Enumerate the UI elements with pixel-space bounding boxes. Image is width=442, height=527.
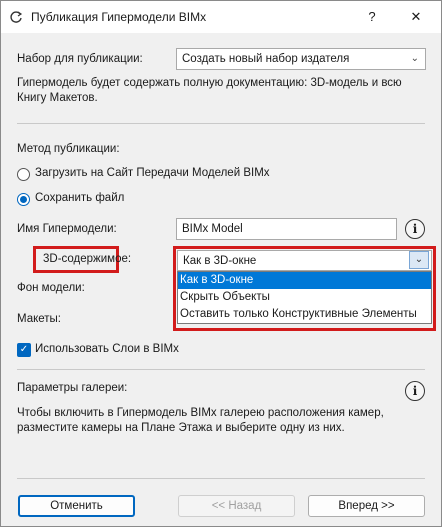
divider bbox=[17, 369, 425, 370]
save-file-radio[interactable] bbox=[17, 193, 30, 206]
info-icon[interactable]: i bbox=[405, 219, 425, 239]
back-button[interactable]: << Назад bbox=[178, 495, 295, 517]
cancel-button[interactable]: Отменить bbox=[18, 495, 135, 517]
refresh-icon bbox=[10, 11, 23, 23]
upload-option-label[interactable]: Загрузить на Сайт Передачи Моделей BIMx bbox=[35, 167, 270, 179]
use-layers-checkbox[interactable]: ✓ bbox=[17, 343, 31, 357]
publish-dialog: Публикация Гипермодели BIMx ? ✕ Набор дл… bbox=[0, 0, 442, 527]
background-label: Фон модели: bbox=[17, 282, 85, 294]
gallery-description-2: разместите камеры на Плане Этажа и выбер… bbox=[17, 422, 345, 434]
model-name-label: Имя Гипермодели: bbox=[17, 223, 117, 235]
method-label: Метод публикации: bbox=[17, 143, 120, 155]
gallery-label: Параметры галереи: bbox=[17, 382, 128, 394]
use-layers-label[interactable]: Использовать Слои в BIMx bbox=[35, 343, 179, 355]
publish-set-label: Набор для публикации: bbox=[17, 53, 143, 65]
chevron-down-icon: ⌄ bbox=[410, 53, 419, 64]
window-title: Публикация Гипермодели BIMx bbox=[31, 10, 207, 24]
model-name-value: BIMx Model bbox=[182, 223, 243, 235]
publish-set-description-1: Гипермодель будет содержать полную докум… bbox=[17, 77, 402, 89]
layouts-label: Макеты: bbox=[17, 313, 62, 325]
publish-set-description-2: Книгу Макетов. bbox=[17, 92, 98, 104]
content-3d-label: 3D-содержимое: bbox=[43, 253, 132, 265]
divider bbox=[17, 478, 425, 479]
title-bar: Публикация Гипермодели BIMx ? ✕ bbox=[1, 1, 441, 33]
divider bbox=[17, 123, 425, 124]
next-button[interactable]: Вперед >> bbox=[308, 495, 425, 517]
content-select-highlight bbox=[173, 246, 436, 331]
save-file-option-label[interactable]: Сохранить файл bbox=[35, 192, 124, 204]
close-button[interactable]: ✕ bbox=[401, 5, 431, 29]
upload-radio[interactable] bbox=[17, 168, 30, 181]
help-button[interactable]: ? bbox=[357, 5, 387, 29]
model-name-input[interactable]: BIMx Model bbox=[176, 218, 397, 240]
publish-set-value: Создать новый набор издателя bbox=[182, 53, 350, 65]
publish-set-select[interactable]: Создать новый набор издателя ⌄ bbox=[176, 48, 426, 70]
info-icon[interactable]: i bbox=[405, 381, 425, 401]
gallery-description-1: Чтобы включить в Гипермодель BIMx галере… bbox=[17, 407, 384, 419]
